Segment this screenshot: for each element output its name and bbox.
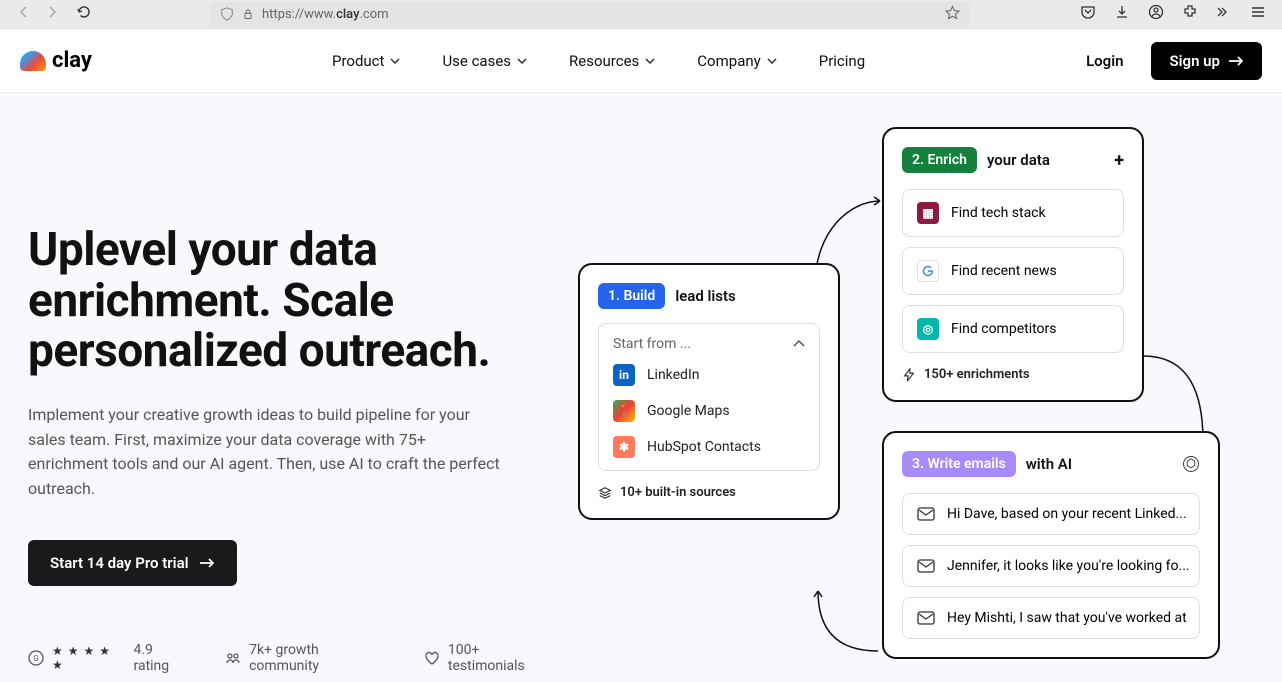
stars-icon: ★ ★ ★ ★ ★ bbox=[52, 644, 125, 672]
chevron-down-icon bbox=[645, 58, 655, 64]
mail-icon bbox=[917, 507, 935, 521]
hero-title: Uplevel your data enrichment. Scale pers… bbox=[28, 225, 558, 377]
lock-icon bbox=[242, 8, 254, 20]
logo-text: clay bbox=[52, 48, 92, 73]
people-icon bbox=[225, 650, 241, 666]
enrich-news[interactable]: Find recent news bbox=[902, 247, 1124, 295]
nav-pricing[interactable]: Pricing bbox=[819, 52, 865, 70]
site-header: clay Product Use cases Resources Company… bbox=[0, 29, 1282, 93]
logo[interactable]: clay bbox=[20, 48, 92, 73]
enrich-footer: 150+ enrichments bbox=[902, 367, 1124, 382]
card-enrich: 2. Enrich your data + ▦Find tech stack F… bbox=[882, 127, 1144, 402]
rating-proof: G ★ ★ ★ ★ ★ 4.9 rating bbox=[28, 642, 191, 674]
techstack-icon: ▦ bbox=[917, 202, 939, 224]
community-proof: 7k+ growth community bbox=[225, 642, 390, 674]
cta-button[interactable]: Start 14 day Pro trial bbox=[28, 540, 237, 586]
social-proof: G ★ ★ ★ ★ ★ 4.9 rating 7k+ growth commun… bbox=[28, 642, 558, 674]
connector-arrow bbox=[808, 581, 888, 661]
chevron-up-icon bbox=[793, 340, 805, 348]
email-preview[interactable]: Hi Dave, based on your recent Linked... bbox=[902, 493, 1200, 535]
arrow-right-icon bbox=[1228, 55, 1244, 67]
card-build: 1. Build lead lists Start from ... inLin… bbox=[578, 263, 840, 520]
email-preview[interactable]: Hey Mishti, I saw that you've worked at bbox=[902, 597, 1200, 639]
url-text: https://www.clay.com bbox=[262, 7, 389, 22]
refresh-button[interactable] bbox=[76, 4, 92, 24]
source-dropdown[interactable]: Start from ... inLinkedIn 📍Google Maps ✱… bbox=[598, 323, 820, 471]
download-icon[interactable] bbox=[1114, 4, 1130, 24]
main-nav: Product Use cases Resources Company Pric… bbox=[332, 52, 865, 70]
signup-button[interactable]: Sign up bbox=[1151, 42, 1262, 80]
chevron-down-icon bbox=[517, 58, 527, 64]
testimonials-proof: 100+ testimonials bbox=[424, 642, 558, 674]
badge-enrich: 2. Enrich bbox=[902, 147, 977, 173]
overflow-icon[interactable] bbox=[1216, 4, 1232, 24]
linkedin-icon: in bbox=[613, 364, 635, 386]
nav-resources[interactable]: Resources bbox=[569, 52, 655, 70]
menu-icon[interactable] bbox=[1250, 4, 1266, 24]
heart-icon bbox=[424, 650, 440, 666]
address-bar[interactable]: https://www.clay.com bbox=[210, 2, 970, 26]
card-emails: 3. Write emails with AI Hi Dave, based o… bbox=[882, 431, 1220, 659]
extensions-icon[interactable] bbox=[1182, 4, 1198, 24]
source-hubspot[interactable]: ✱HubSpot Contacts bbox=[613, 436, 805, 458]
enrich-competitors[interactable]: ◎Find competitors bbox=[902, 305, 1124, 353]
googlemaps-icon: 📍 bbox=[613, 400, 635, 422]
mail-icon bbox=[917, 559, 935, 573]
nav-product[interactable]: Product bbox=[332, 52, 400, 70]
bolt-icon bbox=[902, 368, 916, 382]
target-icon: ◎ bbox=[917, 318, 939, 340]
source-linkedin[interactable]: inLinkedIn bbox=[613, 364, 805, 386]
stack-icon bbox=[598, 486, 612, 500]
forward-button[interactable] bbox=[44, 4, 60, 24]
login-link[interactable]: Login bbox=[1086, 52, 1123, 70]
hubspot-icon: ✱ bbox=[613, 436, 635, 458]
enrich-tech-stack[interactable]: ▦Find tech stack bbox=[902, 189, 1124, 237]
browser-chrome: https://www.clay.com bbox=[0, 0, 1282, 29]
g2-icon: G bbox=[28, 650, 44, 666]
back-button[interactable] bbox=[16, 4, 32, 24]
source-googlemaps[interactable]: 📍Google Maps bbox=[613, 400, 805, 422]
logo-icon bbox=[20, 51, 46, 71]
bookmark-star-icon[interactable] bbox=[945, 5, 960, 24]
badge-build: 1. Build bbox=[598, 283, 665, 309]
build-footer: 10+ built-in sources bbox=[598, 485, 820, 500]
badge-emails: 3. Write emails bbox=[902, 451, 1016, 477]
nav-company[interactable]: Company bbox=[697, 52, 776, 70]
pocket-icon[interactable] bbox=[1080, 4, 1096, 24]
plus-icon[interactable]: + bbox=[1114, 150, 1124, 171]
nav-use-cases[interactable]: Use cases bbox=[442, 52, 527, 70]
account-icon[interactable] bbox=[1148, 4, 1164, 24]
email-preview[interactable]: Jennifer, it looks like you're looking f… bbox=[902, 545, 1200, 587]
chevron-down-icon bbox=[390, 58, 400, 64]
openai-icon bbox=[1182, 455, 1200, 473]
mail-icon bbox=[917, 611, 935, 625]
svg-text:G: G bbox=[33, 654, 38, 663]
google-icon bbox=[917, 260, 939, 282]
chevron-down-icon bbox=[767, 58, 777, 64]
hero-subtitle: Implement your creative growth ideas to … bbox=[28, 403, 508, 502]
shield-icon bbox=[220, 7, 234, 21]
arrow-right-icon bbox=[199, 557, 215, 569]
